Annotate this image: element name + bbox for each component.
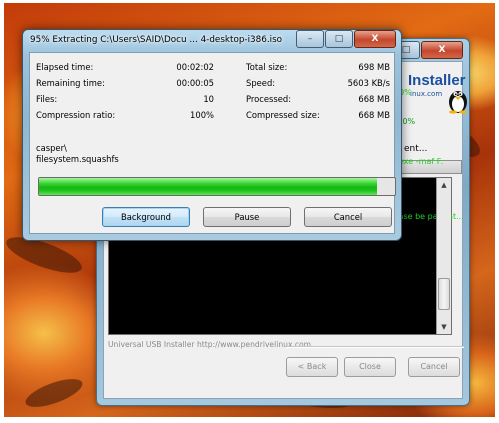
compression-ratio-label: Compression ratio: — [36, 110, 116, 120]
dialog-minimize-button[interactable]: – — [296, 30, 324, 48]
speed-value: 5603 KB/s — [347, 78, 390, 88]
cancel-button[interactable]: Cancel — [304, 207, 392, 227]
close-button[interactable]: Close — [344, 357, 396, 377]
processed-label: Processed: — [246, 94, 292, 104]
elapsed-time-label: Elapsed time: — [36, 62, 94, 72]
speed-label: Speed: — [246, 78, 276, 88]
background-button[interactable]: Background — [102, 207, 190, 227]
pause-button[interactable]: Pause — [203, 207, 291, 227]
dialog-body: Elapsed time: 00:02:02 Remaining time: 0… — [29, 52, 396, 234]
compression-ratio-value: 100% — [190, 110, 214, 120]
tux-penguin-icon — [449, 91, 467, 114]
current-folder: casper\ — [36, 143, 67, 153]
extract-progress-bar — [38, 177, 396, 196]
files-label: Files: — [36, 94, 58, 104]
step-hint: ent... — [404, 144, 428, 154]
footer-divider — [286, 346, 464, 348]
elapsed-time-value: 00:02:02 — [176, 62, 214, 72]
compressed-size-value: 668 MB — [358, 110, 390, 120]
installer-cancel-button[interactable]: Cancel — [408, 357, 460, 377]
remaining-time-label: Remaining time: — [36, 78, 105, 88]
scroll-down-icon[interactable]: ▼ — [437, 320, 451, 334]
scroll-up-icon[interactable]: ▲ — [437, 178, 451, 192]
processed-value: 668 MB — [358, 94, 390, 104]
dialog-maximize-button[interactable]: □ — [325, 30, 353, 48]
remaining-time-value: 00:00:05 — [176, 78, 214, 88]
total-size-label: Total size: — [246, 62, 288, 72]
scroll-thumb[interactable] — [438, 278, 450, 310]
extract-progress-dialog: 95% Extracting C:\Users\SAID\Docu ... 4-… — [22, 29, 402, 241]
dialog-close-button[interactable]: X — [354, 30, 396, 48]
console-scrollbar[interactable]: ▲ ▼ — [436, 178, 451, 334]
installer-close-button[interactable]: X — [421, 41, 463, 59]
current-file: filesystem.squashfs — [36, 154, 119, 164]
current-file-path: casper\ filesystem.squashfs — [36, 143, 119, 165]
back-button[interactable]: < Back — [286, 357, 338, 377]
compressed-size-label: Compressed size: — [246, 110, 320, 120]
dialog-title: 95% Extracting C:\Users\SAID\Docu ... 4-… — [30, 35, 283, 45]
files-value: 10 — [203, 94, 214, 104]
installer-footer-text: Universal USB Installer http://www.pendr… — [108, 340, 312, 349]
logo-subtitle: inux.com — [410, 90, 443, 98]
extract-progress-fill — [39, 178, 378, 195]
total-size-value: 698 MB — [358, 62, 390, 72]
dialog-caption-buttons: – □ X — [296, 30, 396, 48]
